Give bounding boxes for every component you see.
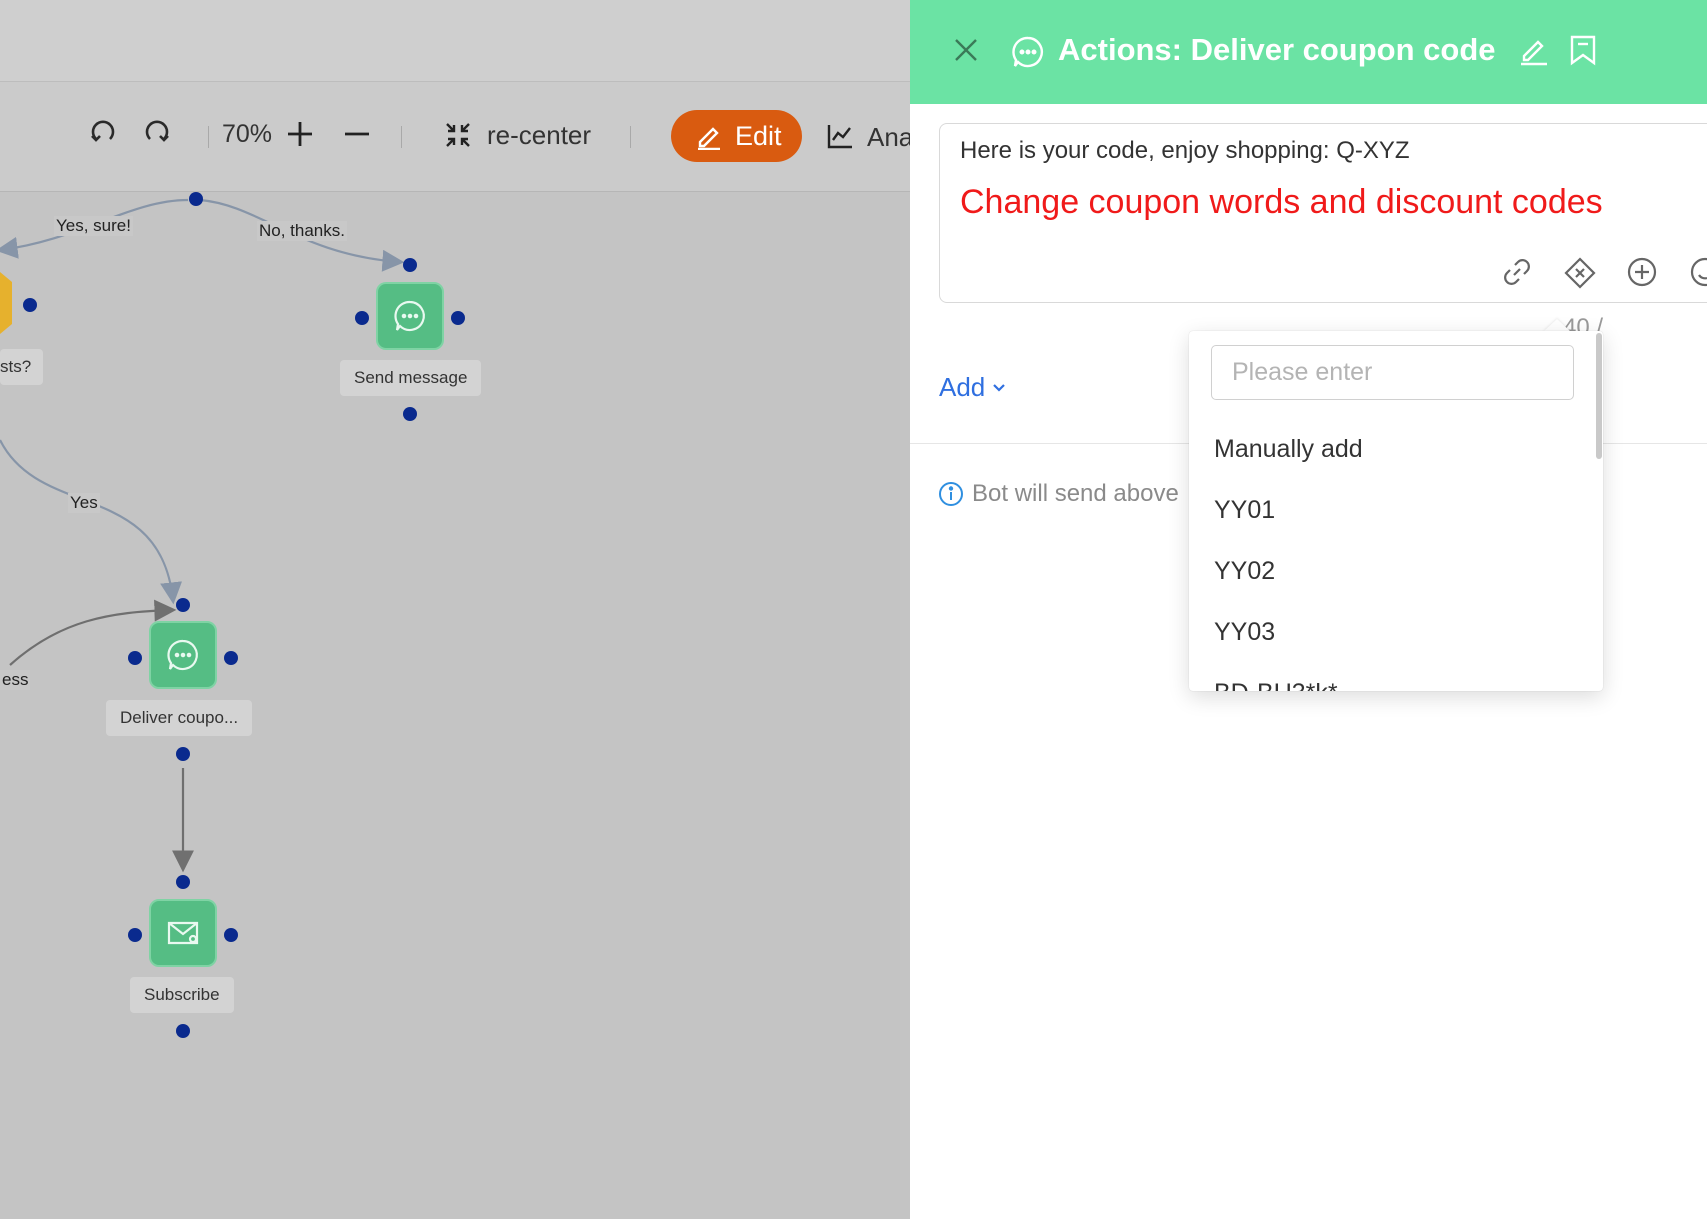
message-icon [167,639,198,671]
flow-canvas[interactable]: 70% re-center Edit Ana sts? Yes, sure! N… [0,0,910,1219]
connection-dot[interactable] [176,1024,190,1038]
edge-from-left [9,599,177,666]
connection-dot[interactable] [176,875,190,889]
info-icon [939,482,963,506]
connection-dot[interactable] [189,192,203,206]
edge-label-yes-sure: Yes, sure! [54,216,133,236]
flow-edges [0,198,405,873]
edge-yes [0,439,183,605]
connection-dot[interactable] [224,928,238,942]
connection-dot[interactable] [403,258,417,272]
deliver-coupon-label: Deliver coupo... [106,700,253,736]
dropdown-item[interactable]: YY02 [1189,541,1581,601]
dropdown-scrollbar[interactable] [1596,333,1602,459]
connection-dot[interactable] [176,747,190,761]
deliver-coupon-node[interactable] [149,621,217,689]
send-message-label: Send message [340,360,482,396]
pencil-icon[interactable] [1518,34,1550,66]
panel-header: Actions: Deliver coupon code [910,0,1707,104]
emoji-icon[interactable] [1689,256,1707,288]
dropdown-item[interactable]: Manually add [1189,419,1581,479]
dropdown-search-input[interactable] [1211,345,1574,400]
add-label: Add [939,372,986,402]
add-circle-icon[interactable] [1626,256,1658,288]
coupon-icon[interactable] [1563,256,1597,290]
close-icon[interactable] [950,34,982,66]
chevron-down-icon [993,383,1006,392]
connection-dot[interactable] [224,651,238,665]
condition-node-label: sts? [0,349,44,385]
connection-dot[interactable] [128,928,142,942]
edge-label-yes: Yes [68,493,100,513]
info-row: Bot will send above [938,480,1179,508]
annotation-text: Change coupon words and discount codes [960,183,1603,221]
connection-dot[interactable] [23,298,37,312]
connection-dot[interactable] [176,598,190,612]
send-message-node[interactable] [376,282,444,350]
message-icon [394,300,425,332]
edge-label-partial: ess [0,670,31,690]
message-icon [1012,36,1043,68]
link-icon[interactable] [1501,256,1533,288]
condition-node[interactable] [0,268,18,338]
subscribe-node[interactable] [149,899,217,967]
dropdown-item[interactable]: BD-BU3*k* [1189,663,1581,692]
coupon-code-dropdown: Manually add YY01 YY02 YY03 BD-BU3*k* [1189,331,1603,691]
mail-user-icon [167,921,199,945]
connection-dot[interactable] [403,407,417,421]
panel-title: Actions: Deliver coupon code [1058,32,1496,67]
dropdown-item[interactable]: YY01 [1189,480,1581,540]
bookmark-icon[interactable] [1568,34,1598,66]
edge-label-no-thanks: No, thanks. [257,221,347,241]
add-dropdown-trigger[interactable]: Add [939,372,1007,403]
connection-dot[interactable] [451,311,465,325]
message-text[interactable]: Here is your code, enjoy shopping: Q-XYZ [960,137,1410,165]
dropdown-item[interactable]: YY03 [1189,602,1581,662]
connection-dot[interactable] [355,311,369,325]
connection-dot[interactable] [128,651,142,665]
info-text: Bot will send above [972,480,1179,507]
subscribe-label: Subscribe [130,977,234,1013]
